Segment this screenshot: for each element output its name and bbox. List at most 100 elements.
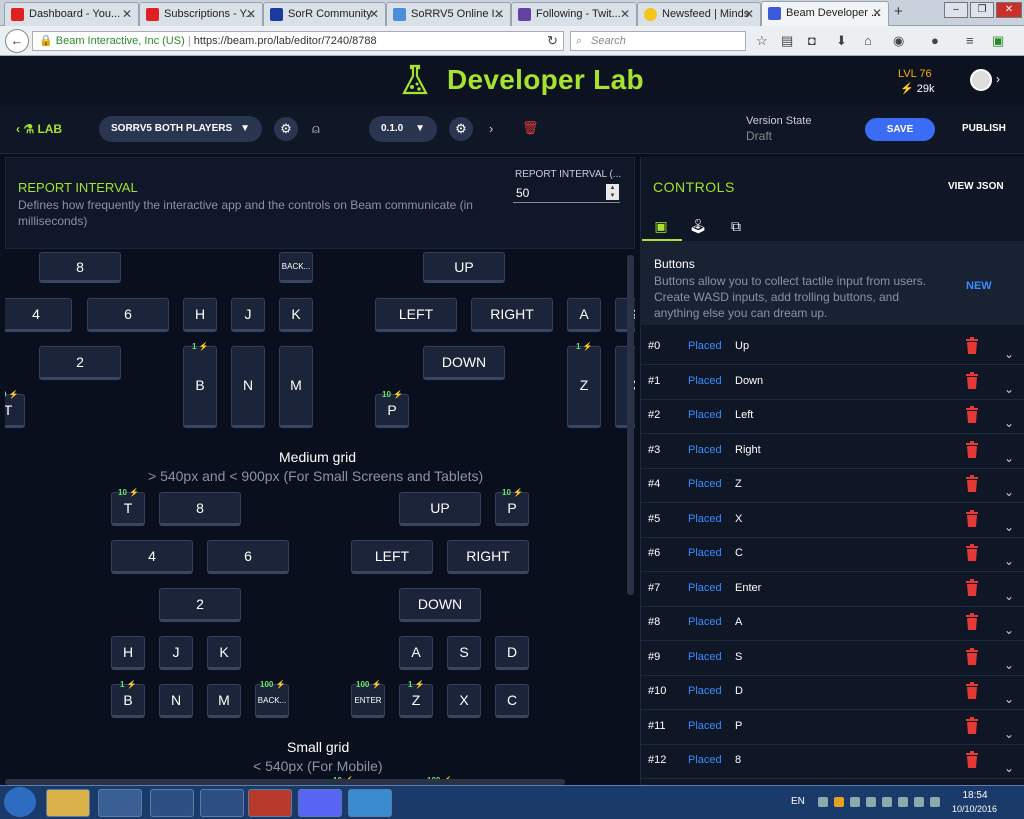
- grid-button[interactable]: UP: [423, 252, 505, 283]
- grid-button[interactable]: N: [159, 684, 193, 718]
- grid-button[interactable]: DOWN: [399, 588, 481, 622]
- search-input[interactable]: ⌕ Search: [570, 31, 746, 51]
- grid-button[interactable]: C: [495, 684, 529, 718]
- trash-icon[interactable]: [965, 682, 979, 700]
- control-row[interactable]: #7 Placed Enter ⌄: [640, 573, 1024, 607]
- beam-app-icon[interactable]: [348, 789, 392, 817]
- grid-button[interactable]: UP: [399, 492, 481, 526]
- steam-icon[interactable]: [150, 789, 194, 817]
- tray-icon[interactable]: [898, 797, 908, 807]
- grid-button[interactable]: 8: [39, 252, 121, 283]
- grid-button[interactable]: X: [447, 684, 481, 718]
- tab-beam-developer[interactable]: Beam Developer ... ✕: [761, 1, 889, 27]
- grid-button[interactable]: P: [375, 394, 409, 428]
- tab-following-twitch[interactable]: Following - Twit... ✕: [511, 2, 637, 26]
- control-row[interactable]: #12 Placed 8 ⌄: [640, 745, 1024, 779]
- language-indicator[interactable]: EN: [791, 796, 805, 807]
- close-icon[interactable]: ✕: [494, 7, 504, 21]
- chevron-down-icon[interactable]: ⌄: [1004, 416, 1014, 430]
- grid-button[interactable]: DOWN: [423, 346, 505, 380]
- grid-editor[interactable]: 8 BACK... UP 4 6 H J K LEFT RIGHT A S 2 …: [5, 252, 635, 785]
- control-row[interactable]: #2 Placed Left ⌄: [640, 400, 1024, 434]
- control-row[interactable]: #4 Placed Z ⌄: [640, 469, 1024, 503]
- tray-icon[interactable]: [818, 797, 828, 807]
- grid-button[interactable]: K: [279, 298, 313, 332]
- close-icon[interactable]: ✕: [620, 7, 630, 21]
- volume-icon[interactable]: [914, 797, 924, 807]
- obs-icon[interactable]: [200, 789, 244, 817]
- grid-button[interactable]: J: [231, 298, 265, 332]
- close-icon[interactable]: ✕: [369, 7, 379, 21]
- trash-icon[interactable]: [965, 509, 979, 528]
- grid-button[interactable]: H: [183, 298, 217, 332]
- grid-button[interactable]: RIGHT: [447, 540, 529, 574]
- tab-screen[interactable]: ⧉: [718, 213, 754, 239]
- trash-icon[interactable]: [965, 371, 979, 390]
- grid-button[interactable]: Z: [567, 346, 601, 428]
- chevron-down-icon[interactable]: ⌄: [1004, 727, 1014, 741]
- control-row[interactable]: #3 Placed Right ⌄: [640, 435, 1024, 469]
- trash-icon[interactable]: [965, 406, 979, 424]
- grid-button[interactable]: M: [207, 684, 241, 718]
- control-row[interactable]: #1 Placed Down ⌄: [640, 366, 1024, 400]
- tray-icon[interactable]: [834, 797, 844, 807]
- chevron-down-icon[interactable]: ⌄: [1004, 623, 1014, 637]
- new-tab-button[interactable]: +: [894, 3, 903, 20]
- grid-button[interactable]: Z: [399, 684, 433, 718]
- grid-button[interactable]: BACK...: [255, 684, 289, 718]
- grid-button[interactable]: B: [183, 346, 217, 428]
- grid-button[interactable]: 4: [5, 298, 72, 332]
- grid-button[interactable]: A: [567, 298, 601, 332]
- back-arrow-icon[interactable]: ←: [5, 29, 29, 53]
- grid-button[interactable]: ENTER: [351, 684, 385, 718]
- reload-icon[interactable]: ↻: [547, 33, 558, 49]
- new-button-link[interactable]: NEW: [966, 280, 992, 292]
- control-row[interactable]: #5 Placed X ⌄: [640, 504, 1024, 538]
- chevron-down-icon[interactable]: ⌄: [1004, 347, 1014, 361]
- clock-date[interactable]: 10/10/2016: [952, 804, 997, 814]
- home-icon[interactable]: ⌂: [864, 33, 872, 48]
- menu-icon[interactable]: ≡: [966, 33, 974, 48]
- extension-green-icon[interactable]: ▣: [992, 33, 1004, 49]
- grid-button[interactable]: 4: [111, 540, 193, 574]
- version-select[interactable]: 0.1.0 ▼: [369, 116, 437, 142]
- grid-button[interactable]: D: [495, 636, 529, 670]
- chevron-down-icon[interactable]: ⌄: [1004, 761, 1014, 775]
- project-select[interactable]: SORRV5 BOTH PLAYERS ▼: [99, 116, 262, 142]
- grid-button[interactable]: T: [5, 394, 25, 428]
- grid-button[interactable]: 2: [39, 346, 121, 380]
- extension-icon[interactable]: ●: [931, 33, 939, 48]
- tray-icon[interactable]: [866, 797, 876, 807]
- trash-icon[interactable]: [965, 544, 979, 562]
- grid-button[interactable]: RIGHT: [471, 298, 553, 332]
- file-explorer-icon[interactable]: [46, 789, 90, 817]
- grid-button[interactable]: H: [111, 636, 145, 670]
- grid-button[interactable]: J: [159, 636, 193, 670]
- tab-sorrv5-online[interactable]: SoRRV5 Online I... ✕: [386, 2, 511, 26]
- trash-icon[interactable]: [965, 613, 979, 631]
- reading-list-icon[interactable]: ▤: [781, 33, 793, 49]
- fork-icon[interactable]: ›: [489, 121, 493, 136]
- chevron-down-icon[interactable]: ⌄: [1004, 520, 1014, 534]
- grid-button[interactable]: A: [399, 636, 433, 670]
- grid-button[interactable]: 2: [159, 588, 241, 622]
- avatar[interactable]: [970, 69, 992, 91]
- grid-button[interactable]: LEFT: [375, 298, 457, 332]
- tab-buttons[interactable]: ▣: [643, 213, 679, 239]
- trash-icon[interactable]: [965, 578, 979, 597]
- save-button[interactable]: SAVE: [865, 118, 935, 141]
- grid-button[interactable]: S: [447, 636, 481, 670]
- grid-button[interactable]: 6: [87, 298, 169, 332]
- maximize-button[interactable]: ❐: [970, 2, 994, 18]
- chevron-down-icon[interactable]: ⌄: [1004, 485, 1014, 499]
- close-icon[interactable]: ✕: [122, 7, 132, 21]
- view-json-link[interactable]: VIEW JSON: [948, 181, 1004, 192]
- tray-icon[interactable]: [850, 797, 860, 807]
- chevron-right-icon[interactable]: ›: [996, 72, 1000, 86]
- clock-time[interactable]: 18:54: [955, 790, 995, 801]
- tray-icon[interactable]: [882, 797, 892, 807]
- windows-start-icon[interactable]: [4, 787, 36, 817]
- star-icon[interactable]: ☆: [756, 33, 768, 49]
- chevron-down-icon[interactable]: ⌄: [1004, 554, 1014, 568]
- trash-icon[interactable]: [965, 475, 979, 493]
